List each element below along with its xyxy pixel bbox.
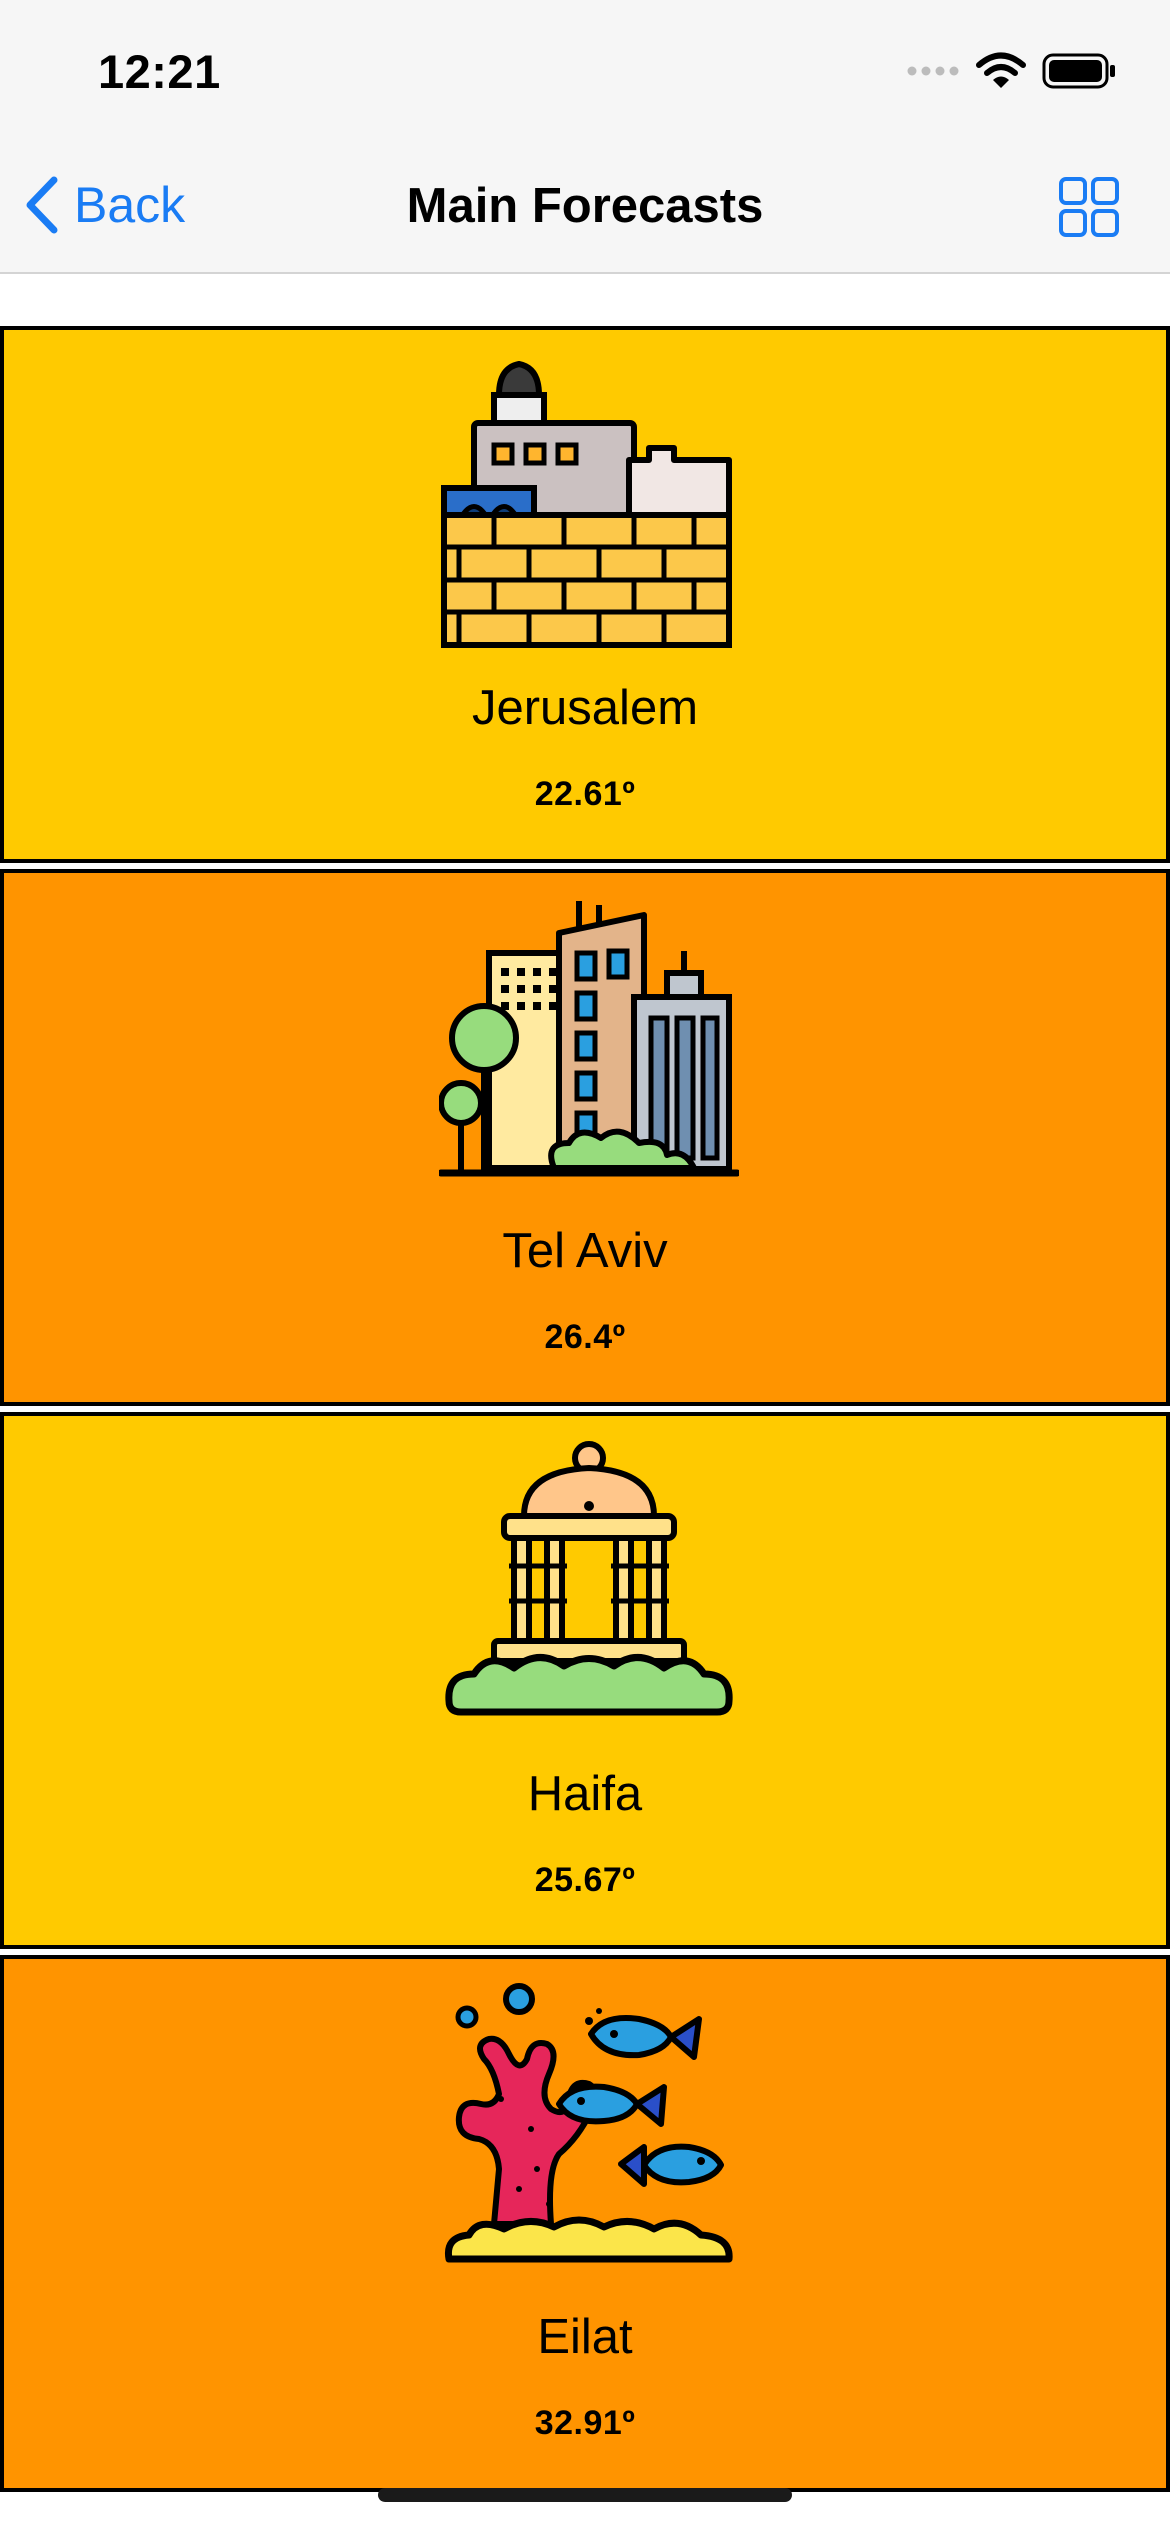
city-name: Eilat [537, 2310, 633, 2364]
home-indicator[interactable] [378, 2488, 792, 2502]
dome-shrine-icon [445, 1441, 733, 1716]
city-temperature: 26.4º [544, 1318, 626, 1356]
cellular-signal-icon [907, 66, 959, 76]
status-time: 12:21 [98, 45, 221, 98]
status-icons [906, 52, 1116, 90]
forecast-card-jerusalem[interactable]: Jerusalem 22.61º [0, 326, 1170, 863]
city-temperature: 25.67º [534, 1861, 636, 1899]
coral-reef-fish-icon [444, 1983, 733, 2263]
old-city-wall-icon [441, 361, 732, 648]
wifi-icon [976, 52, 1026, 88]
page-title: Main Forecasts [406, 179, 764, 233]
city-name: Jerusalem [471, 681, 699, 735]
forecast-card-tel-aviv[interactable]: Tel Aviv 26.4º [0, 869, 1170, 1406]
city-temperature: 22.61º [534, 775, 636, 813]
forecast-card-haifa[interactable]: Haifa 25.67º [0, 1412, 1170, 1949]
battery-icon [1042, 53, 1115, 89]
forecast-list: Jerusalem 22.61º Tel Aviv 26.4º Haifa 25… [0, 326, 1170, 2498]
navigation-bar: Back Main Forecasts [0, 140, 1170, 274]
status-bar: 12:21 [0, 0, 1170, 140]
city-temperature: 32.91º [534, 2404, 636, 2442]
city-name: Haifa [527, 1767, 643, 1821]
city-skyline-icon [439, 901, 739, 1177]
city-name: Tel Aviv [502, 1224, 668, 1278]
grid-icon[interactable] [1058, 176, 1120, 238]
forecast-card-eilat[interactable]: Eilat 32.91º [0, 1955, 1170, 2492]
